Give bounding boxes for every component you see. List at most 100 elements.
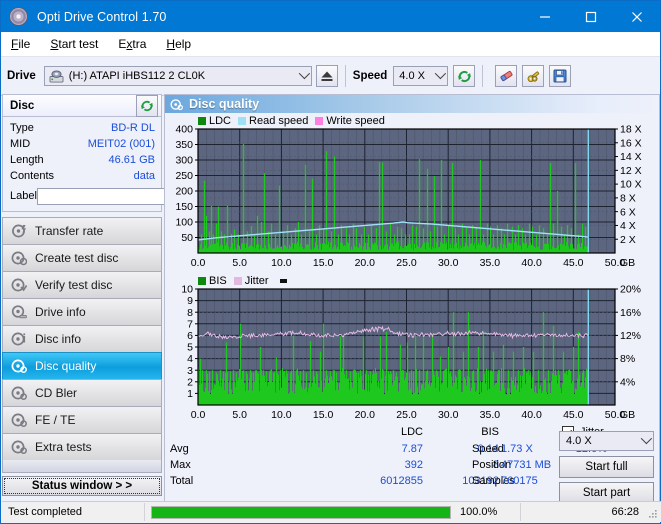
svg-text:8: 8: [187, 307, 193, 319]
toolbar-divider-2: [482, 65, 484, 87]
close-icon[interactable]: [614, 1, 660, 32]
disc-row-contents: Contents data: [10, 168, 155, 184]
refresh-button[interactable]: [453, 65, 476, 87]
ldc-chart: LDC Read speed Write speed 50 100 150 200 25…: [165, 113, 659, 273]
legend-label-read-speed: Read speed: [249, 115, 309, 127]
svg-text:7: 7: [187, 318, 193, 330]
svg-text:8%: 8%: [620, 353, 635, 365]
drive-select[interactable]: (H:) ATAPI iHBS112 2 CL0K: [43, 66, 312, 86]
svg-text:5.0: 5.0: [232, 409, 247, 421]
svg-text:5.0: 5.0: [232, 257, 247, 269]
svg-text:10 X: 10 X: [620, 179, 642, 191]
svg-text:300: 300: [175, 155, 193, 167]
resize-grip-icon[interactable]: [648, 509, 658, 519]
stats-avg-ldc: 7.87: [401, 443, 423, 455]
svg-text:350: 350: [175, 139, 193, 151]
menu-file-rest: ile: [18, 37, 31, 51]
svg-text:4: 4: [187, 353, 193, 365]
svg-text:8 X: 8 X: [620, 192, 636, 204]
left-panel: Disc Type BD-R DL MID MEIT02 (001) Lengt…: [2, 94, 240, 496]
svg-text:250: 250: [175, 170, 193, 182]
sidebar-item-fe-te[interactable]: FE / TE: [2, 406, 162, 433]
status-message: Test completed: [8, 506, 82, 518]
sidebar-item-create-test-disc[interactable]: Create test disc: [2, 244, 162, 271]
disc-row-type: Type BD-R DL: [10, 120, 155, 136]
progress-bar-fill: [152, 506, 450, 518]
sidebar-item-extra-tests[interactable]: Extra tests: [2, 433, 162, 460]
sidebar-item-label: Extra tests: [35, 440, 92, 454]
tools-button[interactable]: [522, 65, 545, 87]
sidebar-item-disc-info[interactable]: Disc info: [2, 325, 162, 352]
menu-file[interactable]: File: [11, 37, 30, 51]
status-window-label: Status window > >: [31, 480, 133, 492]
svg-text:10.0: 10.0: [271, 257, 292, 269]
chevron-down-icon: [298, 67, 310, 80]
minimize-icon[interactable]: [522, 1, 568, 32]
page-title: Disc quality: [189, 97, 260, 111]
sidebar-item-verify-test-disc[interactable]: Verify test disc: [2, 271, 162, 298]
eject-button[interactable]: [315, 65, 338, 87]
svg-text:2: 2: [187, 376, 193, 388]
eraser-button[interactable]: [495, 65, 518, 87]
disc-rate-icon: [12, 224, 27, 238]
maximize-icon[interactable]: [568, 1, 614, 32]
panel-header: Disc quality: [165, 95, 659, 113]
sidebar-item-transfer-rate[interactable]: Transfer rate: [2, 217, 162, 244]
stats-header-bis: BIS: [481, 426, 499, 438]
drive-label: Drive: [7, 70, 36, 82]
legend-label-jitter: Jitter: [244, 275, 269, 287]
svg-text:15.0: 15.0: [313, 257, 334, 269]
svg-text:35.0: 35.0: [480, 257, 501, 269]
test-speed-select[interactable]: 4.0 X: [559, 431, 654, 451]
sidebar-item-label: Disc info: [35, 332, 82, 346]
status-window-button[interactable]: Status window > >: [2, 476, 162, 496]
svg-text:150: 150: [175, 201, 193, 213]
legend-swatch-read-speed: [238, 117, 247, 125]
sidebar-item-drive-info[interactable]: Drive info: [2, 298, 162, 325]
menu-extra[interactable]: Extra: [118, 37, 146, 51]
progress-percent: 100.0%: [460, 506, 498, 518]
legend-label-bis: BIS: [209, 275, 227, 287]
speed-stat-label: Speed: [472, 443, 504, 455]
menu-help[interactable]: Help: [166, 37, 191, 51]
svg-text:15.0: 15.0: [313, 409, 334, 421]
nav-spacer: [2, 460, 162, 473]
disc-panel-title: Disc: [10, 99, 35, 112]
disc-row-label: Label: [10, 186, 240, 206]
start-full-button[interactable]: Start full: [559, 456, 654, 478]
speed-select[interactable]: 4.0 X: [393, 66, 449, 86]
disc-label-label: Label: [10, 190, 37, 202]
disc-length-value: 46.61 GB: [108, 154, 155, 166]
disc-info-icon: [11, 332, 26, 346]
disc-refresh-button[interactable]: [136, 94, 158, 117]
drive-info-icon: [11, 305, 27, 319]
svg-text:5: 5: [187, 342, 193, 354]
sidebar-item-cd-bler[interactable]: CD Bler: [2, 379, 162, 406]
disc-type-value: BD-R DL: [110, 122, 155, 134]
disc-contents-value: data: [133, 170, 155, 182]
sidebar-item-label: Drive info: [35, 305, 86, 319]
disc-row-length: Length 46.61 GB: [10, 152, 155, 168]
chevron-down-icon: [435, 67, 447, 80]
menu-start-test-rest: tart test: [58, 37, 99, 51]
statusbar-divider-2: [520, 503, 521, 521]
window-title: Opti Drive Control 1.70: [37, 9, 167, 24]
disc-quality-panel: Disc quality LDC Read speed Write speed …: [164, 94, 660, 504]
eraser-icon: [500, 70, 513, 82]
window-controls: [522, 1, 660, 32]
svg-text:25.0: 25.0: [396, 257, 417, 269]
svg-text:GB: GB: [620, 409, 635, 421]
save-button[interactable]: [549, 65, 572, 87]
legend-swatch-ldc: [198, 117, 206, 125]
speed-value: 4.0 X: [399, 70, 425, 82]
svg-text:20.0: 20.0: [355, 257, 376, 269]
sidebar-item-label: Transfer rate: [35, 224, 104, 238]
status-bar: Test completed 100.0% 66:28: [2, 501, 661, 522]
menu-bar: File Start test Extra Help: [1, 32, 660, 57]
svg-text:12 X: 12 X: [620, 165, 642, 177]
disc-verify-icon: [11, 278, 27, 292]
app-window: Opti Drive Control 1.70 File Start test …: [0, 0, 661, 524]
sidebar-item-disc-quality[interactable]: Disc quality: [2, 352, 162, 379]
menu-start-test[interactable]: Start test: [50, 37, 98, 51]
chevron-down-icon: [640, 432, 653, 445]
